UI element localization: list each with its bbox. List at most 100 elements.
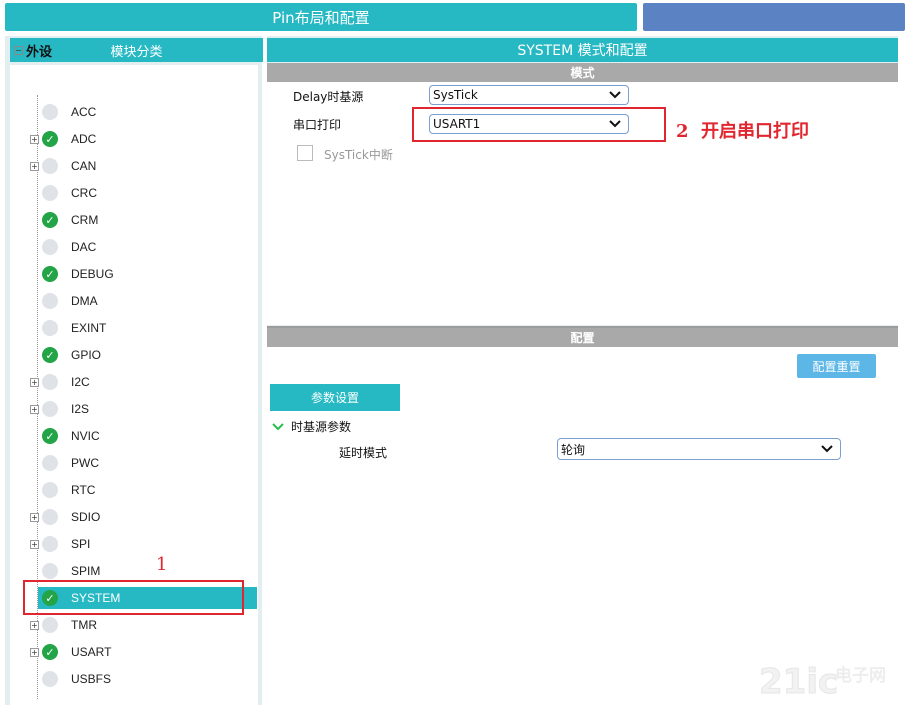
- tree-item-label: CRC: [71, 186, 97, 200]
- delay-source-label: Delay时基源: [293, 90, 364, 104]
- config-section-header: 配置: [267, 328, 898, 347]
- tree-item-label: DMA: [71, 294, 98, 308]
- status-dot-icon: [42, 401, 58, 417]
- tree-item-crm[interactable]: ✓ CRM: [30, 209, 255, 231]
- tree-item-tmr[interactable]: + TMR: [30, 614, 255, 636]
- status-dot-icon: [42, 563, 58, 579]
- tab-parameter-settings[interactable]: 参数设置: [270, 384, 400, 411]
- expand-icon[interactable]: +: [30, 404, 39, 414]
- delay-mode-label: 延时模式: [339, 446, 388, 460]
- annotation-box-uart: [412, 107, 666, 142]
- status-dot-icon: [42, 185, 58, 201]
- tree-item-label: I2C: [71, 375, 90, 389]
- tree-item-nvic[interactable]: ✓ NVIC: [30, 425, 255, 447]
- expand-icon[interactable]: +: [30, 512, 39, 522]
- tree-item-label: GPIO: [71, 348, 102, 362]
- status-dot-icon: [42, 455, 58, 471]
- expand-icon[interactable]: +: [30, 377, 39, 387]
- tree-item-label: SPIM: [71, 564, 101, 578]
- chevron-down-icon: [272, 422, 284, 430]
- tree-item-adc[interactable]: + ✓ ADC: [30, 128, 255, 150]
- annotation-box-system: [23, 580, 244, 615]
- tree-item-can[interactable]: + CAN: [30, 155, 255, 177]
- app-root: Pin布局和配置 模块分类 − 外设 ACC + ✓ ADC + CAN CRC ✓ CRM DA…: [0, 0, 913, 705]
- tree-item-label: CRM: [71, 213, 99, 227]
- tree-item-label: SDIO: [71, 510, 101, 524]
- status-dot-icon: [42, 617, 58, 633]
- check-icon: ✓: [42, 347, 58, 363]
- check-icon: ✓: [42, 644, 58, 660]
- mode-config-title: SYSTEM 模式和配置: [267, 38, 898, 62]
- tree-item-label: USBFS: [71, 672, 112, 686]
- tree-item-rtc[interactable]: RTC: [30, 479, 255, 501]
- status-dot-icon: [42, 239, 58, 255]
- tree-item-spim[interactable]: SPIM: [30, 560, 255, 582]
- tab-pin-layout[interactable]: Pin布局和配置: [5, 3, 637, 31]
- check-icon: ✓: [42, 266, 58, 282]
- status-dot-icon: [42, 671, 58, 687]
- systick-irq-label: SysTick中断: [324, 148, 393, 162]
- tree-item-label: EXINT: [71, 321, 107, 335]
- tree-item-exint[interactable]: EXINT: [30, 317, 255, 339]
- tree-item-usbfs[interactable]: USBFS: [30, 668, 255, 690]
- tree-item-acc[interactable]: ACC: [30, 101, 255, 123]
- systick-irq-checkbox[interactable]: [297, 145, 313, 161]
- expand-icon[interactable]: +: [30, 161, 39, 171]
- tree-item-label: USART: [71, 645, 112, 659]
- expand-icon[interactable]: +: [30, 620, 39, 630]
- config-section: 配置 配置重置 参数设置 时基源参数 延时模式 轮询: [267, 326, 898, 705]
- status-dot-icon: [42, 482, 58, 498]
- status-dot-icon: [42, 509, 58, 525]
- delay-source-value: SysTick: [433, 88, 478, 102]
- expand-icon[interactable]: +: [30, 134, 39, 144]
- tree-item-label: ADC: [71, 132, 97, 146]
- collapse-icon[interactable]: −: [14, 46, 23, 55]
- check-icon: ✓: [42, 131, 58, 147]
- tree-item-debug[interactable]: ✓ DEBUG: [30, 263, 255, 285]
- tree-item-i2s[interactable]: + I2S: [30, 398, 255, 420]
- chevron-down-icon: [609, 91, 621, 99]
- check-icon: ✓: [42, 428, 58, 444]
- status-dot-icon: [42, 158, 58, 174]
- tree-root-label: 外设: [26, 45, 53, 60]
- timebase-params-group[interactable]: 时基源参数: [271, 418, 351, 435]
- status-dot-icon: [42, 320, 58, 336]
- tree-item-gpio[interactable]: ✓ GPIO: [30, 344, 255, 366]
- tree-item-dma[interactable]: DMA: [30, 290, 255, 312]
- tree-item-crc[interactable]: CRC: [30, 182, 255, 204]
- tree-item-dac[interactable]: DAC: [30, 236, 255, 258]
- config-reset-button[interactable]: 配置重置: [797, 354, 876, 378]
- svg-text:电子网: 电子网: [835, 665, 886, 686]
- tree-item-sdio[interactable]: + SDIO: [30, 506, 255, 528]
- delay-source-select[interactable]: SysTick: [429, 85, 629, 105]
- tree-item-label: TMR: [71, 618, 97, 632]
- expand-icon[interactable]: +: [30, 539, 39, 549]
- delay-mode-select[interactable]: 轮询: [557, 438, 841, 460]
- expand-icon[interactable]: +: [30, 647, 39, 657]
- annotation-step-1: 1: [156, 554, 168, 575]
- svg-text:21ic: 21ic: [759, 662, 838, 701]
- delay-mode-value: 轮询: [561, 442, 586, 457]
- tree-item-i2c[interactable]: + I2C: [30, 371, 255, 393]
- mode-section-header: 模式: [267, 63, 898, 82]
- status-dot-icon: [42, 104, 58, 120]
- tree-item-label: RTC: [71, 483, 96, 497]
- tree-item-label: I2S: [71, 402, 90, 416]
- tab-secondary[interactable]: [643, 3, 905, 31]
- uart-print-label: 串口打印: [293, 118, 342, 132]
- annotation-step-2: 2 开启串口打印: [676, 121, 810, 142]
- tree-item-label: ACC: [71, 105, 97, 119]
- tree-item-label: DEBUG: [71, 267, 114, 281]
- tree-item-label: DAC: [71, 240, 97, 254]
- tree-item-usart[interactable]: + ✓ USART: [30, 641, 255, 663]
- status-dot-icon: [42, 374, 58, 390]
- tree-item-label: PWC: [71, 456, 99, 470]
- chevron-down-icon: [821, 445, 833, 453]
- status-dot-icon: [42, 536, 58, 552]
- tree-root-peripherals[interactable]: − 外设: [14, 41, 52, 60]
- tree-item-label: NVIC: [71, 429, 100, 443]
- tree-item-spi[interactable]: + SPI: [30, 533, 255, 555]
- watermark-logo: 21ic 电子网: [757, 659, 907, 703]
- timebase-params-label: 时基源参数: [291, 420, 352, 434]
- tree-item-pwc[interactable]: PWC: [30, 452, 255, 474]
